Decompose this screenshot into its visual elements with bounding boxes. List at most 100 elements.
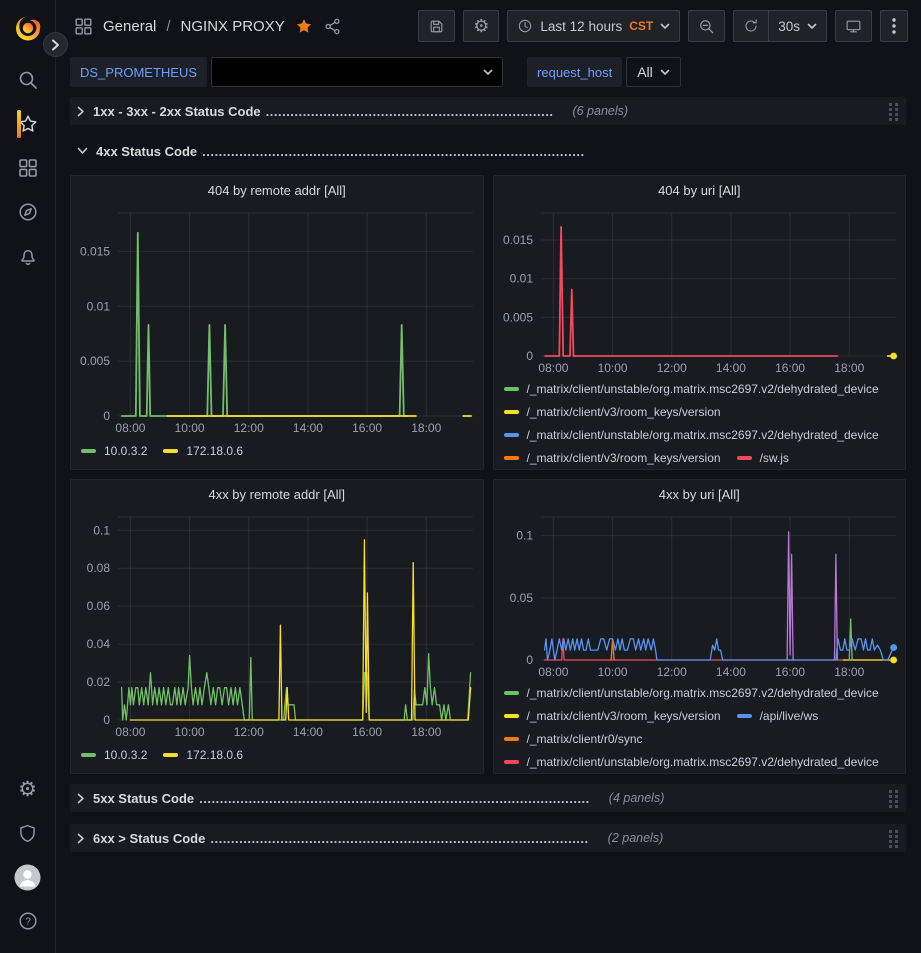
row-drag-handle[interactable] [888, 102, 899, 126]
chevron-down-icon [660, 23, 670, 30]
refresh-button[interactable] [733, 10, 769, 42]
refresh-interval-value: 30s [778, 19, 800, 34]
refresh-icon [743, 18, 759, 34]
sidebar-expand-button[interactable] [43, 32, 68, 57]
legend-row: 10.0.3.2 172.18.0.6 [81, 444, 243, 458]
legend-item[interactable]: /_matrix/client/v3/room_keys/version [504, 405, 721, 419]
sidebar-item-alerting[interactable] [0, 234, 55, 278]
panel-4xx-by-remote-addr: 4xx by remote addr [All] 00.020.040.060.… [70, 479, 484, 774]
svg-text:0.02: 0.02 [87, 675, 111, 689]
svg-text:10:00: 10:00 [597, 665, 627, 679]
more-options-button[interactable] [880, 10, 908, 42]
panel-title: 404 by uri [All] [658, 183, 740, 198]
timeseries-chart[interactable]: 00.0050.010.01508:0010:0012:0014:0016:00… [71, 205, 483, 437]
shield-icon [17, 823, 38, 844]
save-icon [428, 18, 445, 35]
panel-header[interactable]: 404 by remote addr [All] [71, 176, 483, 205]
legend-series-swatch [504, 410, 519, 414]
legend-series-swatch [737, 456, 752, 460]
legend-row: /_matrix/client/unstable/org.matrix.msc2… [504, 681, 896, 704]
sidebar-item-help[interactable]: ? [0, 899, 55, 943]
chart-legend: 10.0.3.2 172.18.0.6 [71, 741, 483, 769]
dashboard-settings-button[interactable]: ⚙ [463, 10, 499, 42]
sidebar-item-profile[interactable] [0, 855, 55, 899]
share-dashboard-button[interactable] [323, 17, 342, 36]
legend-item[interactable]: 172.18.0.6 [163, 748, 243, 762]
row-dots: ........................................… [210, 831, 588, 846]
avatar [14, 864, 41, 891]
legend-item[interactable]: 10.0.3.2 [81, 748, 147, 762]
row-drag-handle[interactable] [888, 789, 899, 813]
tv-mode-button[interactable] [835, 10, 872, 42]
legend-item[interactable]: /_matrix/client/unstable/org.matrix.msc2… [504, 755, 879, 769]
legend-series-label: /_matrix/client/unstable/org.matrix.msc2… [527, 428, 879, 442]
breadcrumb-section[interactable]: General [103, 18, 156, 35]
row-4xx[interactable]: 4xx Status Code ........................… [70, 137, 906, 165]
datasource-variable-value[interactable] [211, 57, 503, 87]
legend-series-swatch [504, 714, 519, 718]
legend-series-label: 10.0.3.2 [104, 748, 147, 762]
svg-text:16:00: 16:00 [775, 665, 805, 679]
legend-item[interactable]: /_matrix/client/r0/sync [504, 732, 643, 746]
legend-item[interactable]: /_matrix/client/unstable/org.matrix.msc2… [504, 428, 879, 442]
legend-item[interactable]: 10.0.3.2 [81, 444, 147, 458]
svg-text:0.04: 0.04 [87, 637, 111, 651]
grafana-app: ⚙ ? [0, 0, 921, 953]
svg-text:12:00: 12:00 [234, 421, 264, 435]
legend-series-swatch [81, 753, 96, 757]
save-dashboard-button[interactable] [418, 10, 455, 42]
gear-icon: ⚙ [18, 779, 37, 800]
sidebar-item-configuration[interactable]: ⚙ [0, 767, 55, 811]
star-icon [17, 113, 39, 135]
monitor-icon [845, 18, 862, 35]
svg-text:10:00: 10:00 [597, 361, 627, 375]
row-drag-handle[interactable] [888, 829, 899, 853]
row-6xx[interactable]: 6xx > Status Code ......................… [70, 824, 906, 852]
timeseries-chart[interactable]: 00.050.108:0010:0012:0014:0016:0018:00 [494, 509, 906, 681]
panel-header[interactable]: 4xx by uri [All] [494, 480, 906, 509]
svg-text:16:00: 16:00 [775, 361, 805, 375]
panel-header[interactable]: 404 by uri [All] [494, 176, 906, 205]
row-5xx[interactable]: 5xx Status Code ........................… [70, 784, 906, 812]
legend-series-label: /_matrix/client/unstable/org.matrix.msc2… [527, 382, 879, 396]
refresh-interval-picker[interactable]: 30s [769, 10, 827, 42]
legend-item[interactable]: /_matrix/client/unstable/org.matrix.msc2… [504, 686, 879, 700]
legend-item[interactable]: /_matrix/client/unstable/org.matrix.msc2… [504, 382, 879, 396]
legend-series-swatch [504, 737, 519, 741]
timeseries-chart[interactable]: 00.020.040.060.080.108:0010:0012:0014:00… [71, 509, 483, 741]
sidebar-item-search[interactable] [0, 58, 55, 102]
legend-series-swatch [504, 456, 519, 460]
legend-item[interactable]: /api/live/ws [737, 709, 819, 723]
legend-row: /_matrix/client/unstable/org.matrix.msc2… [504, 423, 896, 446]
svg-text:0.01: 0.01 [87, 299, 111, 313]
sidebar-item-dashboards[interactable] [0, 146, 55, 190]
time-range-picker[interactable]: Last 12 hours CST [507, 10, 680, 42]
request-host-variable-label[interactable]: request_host [527, 57, 622, 87]
svg-text:12:00: 12:00 [656, 361, 686, 375]
favorite-star-button[interactable] [295, 17, 313, 35]
timeseries-chart[interactable]: 00.0050.010.01508:0010:0012:0014:0016:00… [494, 205, 906, 377]
legend-item[interactable]: /_matrix/client/v3/room_keys/version [504, 709, 721, 723]
row-1xx-3xx-2xx[interactable]: 1xx - 3xx - 2xx Status Code ............… [70, 97, 906, 125]
svg-text:14:00: 14:00 [715, 665, 745, 679]
legend-item[interactable]: /sw.js [737, 451, 789, 465]
panel-grid-4xx: 404 by remote addr [All] 00.0050.010.015… [70, 175, 906, 774]
legend-item[interactable]: /_matrix/client/v3/room_keys/version [504, 451, 721, 465]
panel-404-by-uri: 404 by uri [All] 00.0050.010.01508:0010:… [493, 175, 907, 470]
legend-item[interactable]: 172.18.0.6 [163, 444, 243, 458]
sidebar-item-explore[interactable] [0, 190, 55, 234]
chevron-down-icon [77, 147, 88, 155]
legend-series-swatch [504, 691, 519, 695]
datasource-variable-label[interactable]: DS_PROMETHEUS [70, 57, 207, 87]
refresh-group: 30s [733, 10, 827, 42]
share-icon [323, 17, 342, 36]
panel-title: 404 by remote addr [All] [208, 183, 346, 198]
sidebar-item-starred[interactable] [0, 102, 55, 146]
chart-legend: /_matrix/client/unstable/org.matrix.msc2… [494, 377, 906, 465]
svg-text:0: 0 [103, 713, 110, 727]
panel-header[interactable]: 4xx by remote addr [All] [71, 480, 483, 509]
zoom-out-time-button[interactable] [688, 10, 725, 42]
sidebar-item-server-admin[interactable] [0, 811, 55, 855]
compass-icon [17, 201, 39, 223]
request-host-variable-value[interactable]: All [626, 57, 681, 87]
